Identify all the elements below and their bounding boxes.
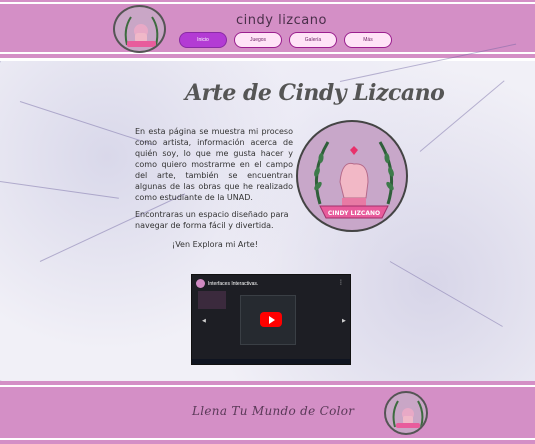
header-top-line xyxy=(0,2,535,4)
logo-banner-text: CINDY LIZCANO xyxy=(328,210,380,217)
nav-juegos-button[interactable]: Juegos xyxy=(234,32,282,48)
site-footer: Llena Tu Mundo de Color xyxy=(0,381,535,444)
page-title: Arte de Cindy Lizcano xyxy=(185,80,445,106)
play-icon[interactable] xyxy=(260,312,282,327)
marble-vein xyxy=(19,101,154,146)
channel-avatar[interactable] xyxy=(196,279,205,288)
video-title[interactable]: Interfaces Interactivas. xyxy=(208,281,258,287)
video-taskbar-strip xyxy=(192,359,350,364)
explore-cta: ¡Ven Explora mi Arte! xyxy=(172,240,258,249)
footer-top-line xyxy=(0,385,535,387)
header-logo[interactable] xyxy=(113,5,166,53)
site-title[interactable]: cindy lizcano xyxy=(236,13,327,28)
youtube-video-embed[interactable]: Interfaces Interactivas. ⋮ ◀ ▶ xyxy=(191,274,351,365)
marble-vein xyxy=(389,261,503,327)
intro-paragraph-2: Encontraras un espacio diseñado para nav… xyxy=(135,210,289,230)
nav-galeria-button[interactable]: Galería xyxy=(289,32,337,48)
logo-illustration-icon xyxy=(124,16,159,47)
cindy-lizcano-logo: CINDY LIZCANO xyxy=(296,120,408,232)
nav-mas-button[interactable]: Más xyxy=(344,32,392,48)
nav-inicio-button[interactable]: Inicio xyxy=(179,32,227,48)
chevron-left-icon: ◀ xyxy=(202,318,206,324)
site-header: cindy lizcano Inicio Juegos Galería Más xyxy=(0,0,535,58)
intro-paragraph: En esta página se muestra mi proceso com… xyxy=(135,127,293,202)
footer-bottom-line xyxy=(0,438,535,440)
marble-vein xyxy=(0,181,119,199)
header-bottom-line xyxy=(0,52,535,54)
video-side-thumbnail xyxy=(198,291,226,309)
chevron-right-icon: ▶ xyxy=(342,318,346,324)
hand-heart-illustration-icon: CINDY LIZCANO xyxy=(314,141,394,219)
logo-illustration-icon xyxy=(392,400,424,428)
more-vert-icon[interactable]: ⋮ xyxy=(338,279,344,286)
footer-tagline: Llena Tu Mundo de Color xyxy=(192,404,355,418)
footer-logo xyxy=(384,391,428,435)
